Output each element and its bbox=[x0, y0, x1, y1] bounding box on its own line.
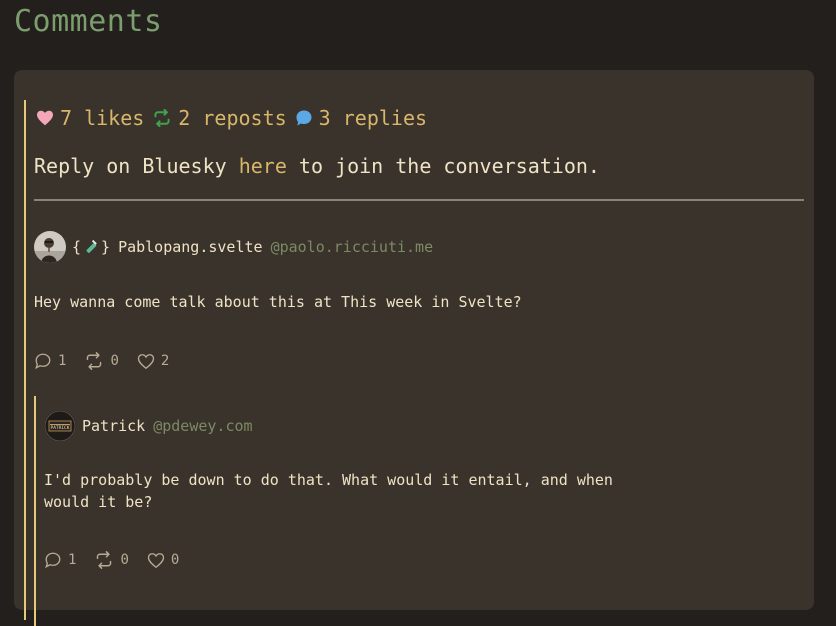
likes-stat: 7 likes bbox=[36, 104, 144, 132]
reply-button[interactable]: 1 bbox=[34, 352, 66, 370]
like-button[interactable]: 2 bbox=[137, 353, 169, 370]
reposts-count: 2 reposts bbox=[178, 106, 287, 130]
post-text: Hey wanna come talk about this at This w… bbox=[34, 293, 522, 311]
reposts-stat: 2 reposts bbox=[152, 104, 287, 132]
comment-icon bbox=[35, 353, 51, 370]
reply-text-line-1: I'd probably be down to do that. What wo… bbox=[44, 471, 613, 489]
like-count: 2 bbox=[160, 353, 170, 369]
author-handle[interactable]: @paolo.ricciuti.me bbox=[271, 238, 434, 256]
repost-icon bbox=[87, 352, 102, 370]
author-name[interactable]: Pablopang.svelte bbox=[118, 238, 263, 256]
page-title: Comments bbox=[14, 4, 163, 39]
comment-thread: 7 likes 2 reposts 3 replies Reply on Blu… bbox=[24, 100, 814, 626]
repost-button[interactable]: 0 bbox=[84, 352, 119, 370]
reply-reply-button[interactable]: 1 bbox=[44, 551, 76, 569]
like-icon bbox=[147, 552, 165, 568]
comments-card: 7 likes 2 reposts 3 replies Reply on Blu… bbox=[14, 70, 814, 626]
reply-avatar[interactable]: PATRICK bbox=[44, 410, 76, 442]
reply-header: PATRICK Patrick @pdewey.com bbox=[44, 410, 253, 442]
syringe-icon bbox=[86, 239, 97, 253]
reply-author-handle[interactable]: @pdewey.com bbox=[153, 417, 252, 435]
comment-icon bbox=[45, 552, 61, 569]
speech-bubble-icon bbox=[296, 110, 312, 126]
cta-text-before: Reply on Bluesky bbox=[34, 154, 239, 178]
reply-avatar-text: PATRICK bbox=[51, 425, 70, 431]
likes-count: 7 likes bbox=[60, 106, 145, 130]
repost-icon bbox=[97, 551, 112, 569]
divider bbox=[34, 199, 804, 201]
reply-actions: 1 0 0 bbox=[44, 551, 197, 569]
bluesky-cta: Reply on Bluesky here to join the conver… bbox=[34, 152, 600, 180]
reply-avatar-image: PATRICK bbox=[44, 410, 76, 442]
cta-text-after: to join the conversation. bbox=[286, 154, 600, 178]
bluesky-link[interactable]: here bbox=[239, 154, 287, 178]
author-badge: { } bbox=[72, 238, 110, 256]
reply-like-button[interactable]: 0 bbox=[147, 552, 179, 569]
reply-like-count: 0 bbox=[170, 552, 180, 568]
badge-brace-close: } bbox=[101, 238, 111, 256]
avatar-image bbox=[34, 231, 66, 263]
repost-icon bbox=[154, 109, 170, 127]
avatar[interactable] bbox=[34, 231, 66, 263]
reply-text-line-2: would it be? bbox=[44, 493, 153, 511]
reply-repost-count: 0 bbox=[120, 552, 129, 568]
replies-stat: 3 replies bbox=[295, 104, 427, 132]
reply-text: I'd probably be down to do that. What wo… bbox=[44, 469, 613, 513]
badge-brace-open: { bbox=[72, 238, 82, 256]
reply-thread: PATRICK Patrick @pdewey.com I'd probably… bbox=[34, 396, 794, 626]
reply-reply-count: 1 bbox=[68, 552, 77, 568]
engagement-stats: 7 likes 2 reposts 3 replies bbox=[36, 104, 435, 132]
reply-author-name[interactable]: Patrick bbox=[82, 417, 145, 435]
heart-icon bbox=[37, 110, 53, 126]
replies-count: 3 replies bbox=[318, 106, 428, 130]
repost-count: 0 bbox=[110, 353, 119, 369]
post-actions: 1 0 2 bbox=[34, 352, 187, 370]
like-icon bbox=[137, 353, 155, 369]
post-header: { } Pablopang.svelte @paolo.ricciuti.me bbox=[34, 231, 433, 263]
reply-repost-button[interactable]: 0 bbox=[94, 551, 129, 569]
reply-count: 1 bbox=[58, 353, 67, 369]
